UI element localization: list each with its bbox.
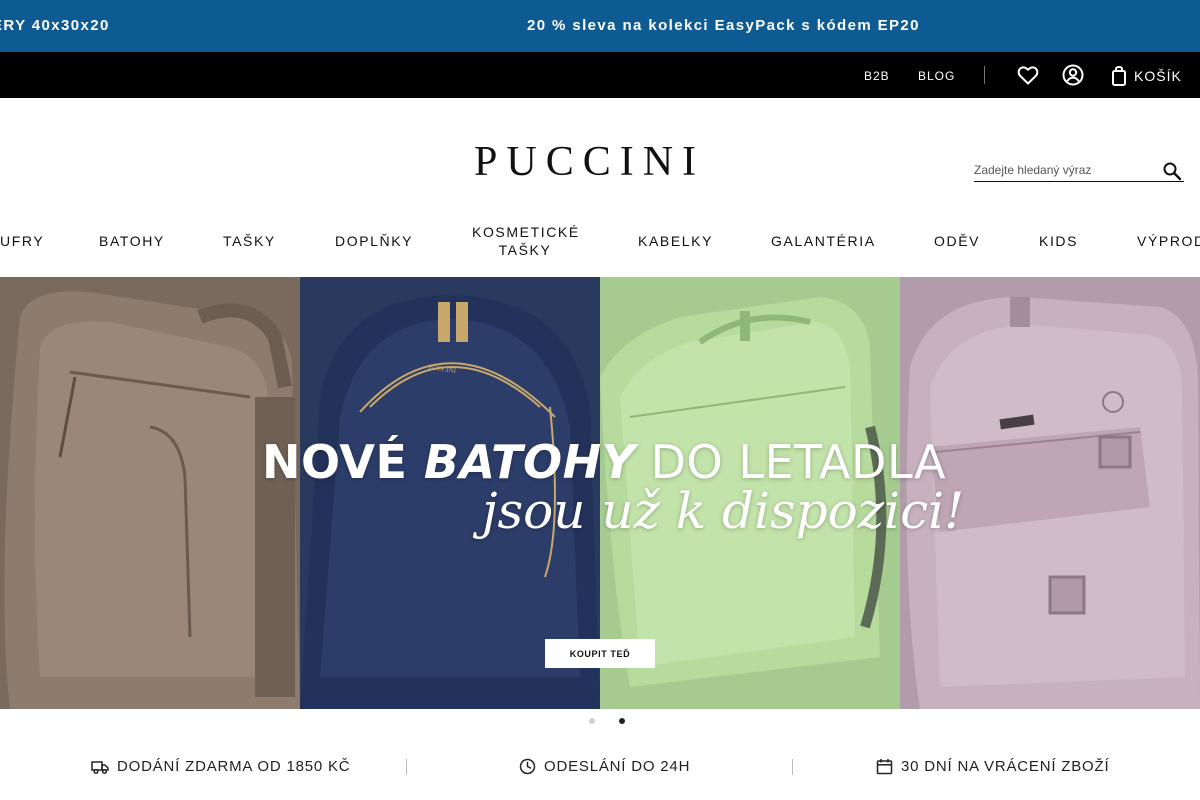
nav-item-label-line1: KOSMETICKÉ: [472, 224, 580, 240]
user-icon[interactable]: [1061, 63, 1085, 87]
hero-subtitle: jsou už k dispozici!: [482, 482, 965, 540]
nav-item-kufry[interactable]: UFRY: [0, 232, 44, 250]
benefit-text: ODESLÁNÍ DO 24H: [544, 758, 691, 775]
blog-link[interactable]: BLOG: [918, 69, 955, 83]
nav-item-kabelky[interactable]: KABELKY: [638, 232, 713, 250]
cart-button[interactable]: KOŠÍK: [1110, 65, 1182, 87]
promo-text-center[interactable]: 20 % sleva na kolekci EasyPack s kódem E…: [527, 17, 920, 34]
benefit-free-delivery: DODÁNÍ ZDARMA OD 1850 KČ: [91, 758, 350, 775]
hero-title-part1: NOVÉ: [262, 435, 424, 489]
hero-banner[interactable]: PUCCINI NOVÉ BATOHY DO LETADLA jsou už k…: [0, 277, 1200, 709]
nav-item-doplnky[interactable]: DOPLŇKY: [335, 232, 413, 250]
benefit-returns: 30 DNÍ NA VRÁCENÍ ZBOŽÍ: [876, 758, 1109, 775]
benefits-strip: DODÁNÍ ZDARMA OD 1850 KČ ODESLÁNÍ DO 24H…: [0, 750, 1200, 790]
truck-icon: [91, 760, 109, 774]
slider-dots: [589, 718, 629, 726]
hero-title-part2: BATOHY: [423, 435, 636, 489]
top-bar: B2B BLOG KOŠÍK: [0, 52, 1200, 98]
benefit-divider: [406, 759, 407, 775]
promo-text-left[interactable]: ĚRY 40x30x20: [0, 17, 110, 34]
slider-dot-2-active[interactable]: [619, 718, 625, 724]
slider-dot-1[interactable]: [589, 718, 595, 724]
nav-item-galanteria[interactable]: GALANTÉRIA: [771, 232, 876, 250]
hero-title-part3: DO LETADLA: [635, 435, 947, 489]
main-nav: UFRY BATOHY TAŠKY DOPLŇKY KOSMETICKÉ TAŠ…: [0, 218, 1200, 276]
benefit-text: DODÁNÍ ZDARMA OD 1850 KČ: [117, 758, 351, 775]
nav-item-odev[interactable]: ODĚV: [934, 232, 980, 250]
heart-icon[interactable]: [1016, 63, 1040, 87]
topbar-divider: [984, 66, 985, 84]
benefit-text: 30 DNÍ NA VRÁCENÍ ZBOŽÍ: [901, 758, 1110, 775]
b2b-link[interactable]: B2B: [864, 69, 890, 83]
benefit-dispatch: ODESLÁNÍ DO 24H: [519, 758, 690, 775]
promo-bar: ĚRY 40x30x20 20 % sleva na kolekci EasyP…: [0, 0, 1200, 52]
nav-item-tasky[interactable]: TAŠKY: [223, 232, 276, 250]
search-input[interactable]: [974, 160, 1154, 180]
brand-logo[interactable]: PUCCINI: [474, 138, 705, 186]
search-box: [974, 160, 1184, 182]
nav-item-batohy[interactable]: BATOHY: [99, 232, 165, 250]
cart-label: KOŠÍK: [1134, 68, 1182, 84]
benefit-divider: [792, 759, 793, 775]
nav-item-vyprodej[interactable]: VÝPROD: [1137, 232, 1200, 250]
calendar-icon: [876, 759, 893, 775]
nav-item-label-line2: TAŠKY: [498, 242, 552, 258]
search-icon[interactable]: [1162, 161, 1182, 181]
bag-icon: [1112, 65, 1126, 86]
nav-item-kids[interactable]: KIDS: [1039, 232, 1078, 250]
nav-item-kosmeticke-tasky[interactable]: KOSMETICKÉ TAŠKY: [472, 223, 578, 259]
clock-icon: [519, 758, 536, 775]
hero-image-brown-backpack: [0, 277, 300, 709]
hero-title: NOVÉ BATOHY DO LETADLA: [262, 435, 946, 489]
buy-now-button[interactable]: KOUPIT TEĎ: [545, 639, 655, 668]
